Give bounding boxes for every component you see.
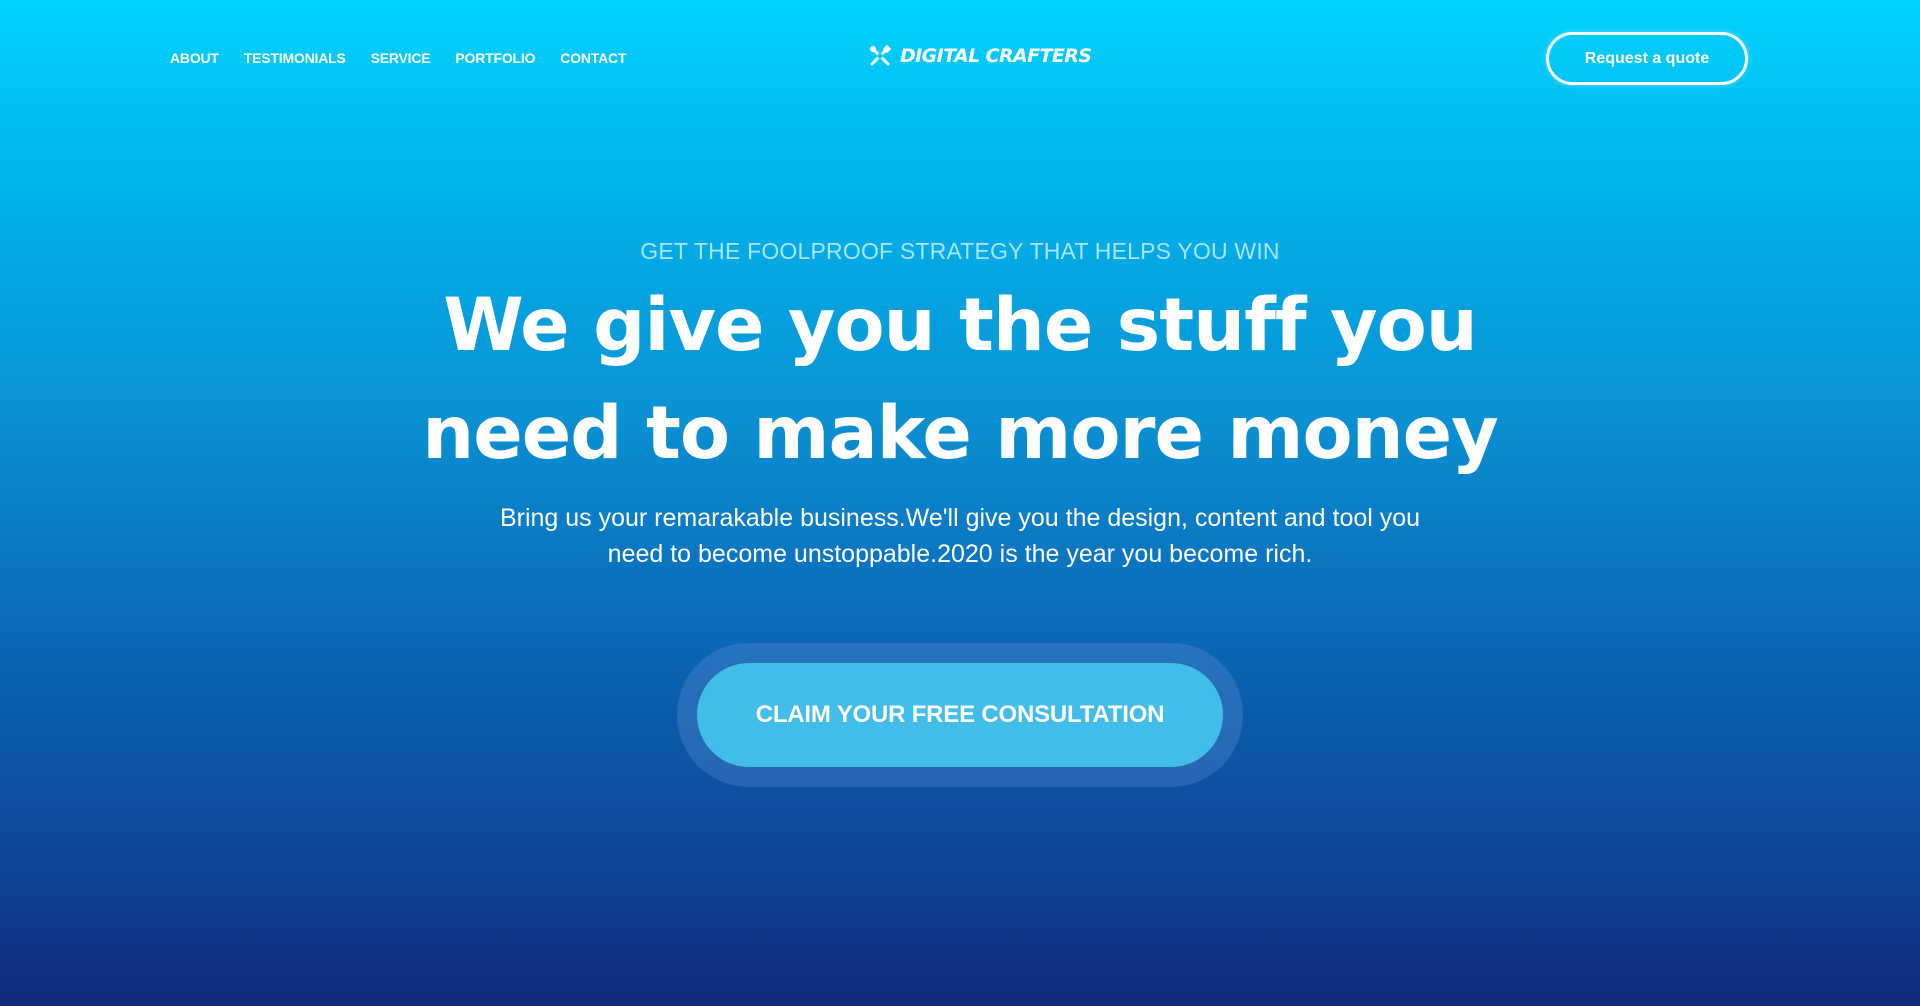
- site-logo[interactable]: DIGITAL CRAFTERS: [868, 44, 1092, 68]
- hero-headline: We give you the stuff you need to make m…: [422, 283, 1498, 476]
- crossed-tools-icon: [868, 44, 892, 68]
- nav-about-link[interactable]: ABOUT: [170, 49, 219, 67]
- nav-service-link[interactable]: SERVICE: [371, 49, 431, 67]
- nav-portfolio-link[interactable]: PORTFOLIO: [455, 49, 535, 67]
- nav-contact-link[interactable]: CONTACT: [560, 49, 626, 67]
- hero-subtext: Bring us your remarakable business.We'll…: [499, 504, 1421, 568]
- landing-page: ABOUT TESTIMONIALS SERVICE PORTFOLIO CON…: [0, 0, 1920, 1006]
- hero-section: GET THE FOOLPROOF STRATEGY THAT HELPS YO…: [0, 230, 1920, 572]
- request-quote-button[interactable]: Request a quote: [1546, 32, 1748, 85]
- main-nav: ABOUT TESTIMONIALS SERVICE PORTFOLIO CON…: [170, 49, 626, 67]
- nav-testimonials-link[interactable]: TESTIMONIALS: [244, 49, 346, 67]
- hero-eyebrow: GET THE FOOLPROOF STRATEGY THAT HELPS YO…: [640, 238, 1280, 264]
- site-header: ABOUT TESTIMONIALS SERVICE PORTFOLIO CON…: [0, 0, 1920, 118]
- claim-consultation-button[interactable]: CLAIM YOUR FREE CONSULTATION: [697, 663, 1223, 767]
- logo-text: DIGITAL CRAFTERS: [900, 45, 1092, 67]
- cta-halo: CLAIM YOUR FREE CONSULTATION: [677, 643, 1243, 787]
